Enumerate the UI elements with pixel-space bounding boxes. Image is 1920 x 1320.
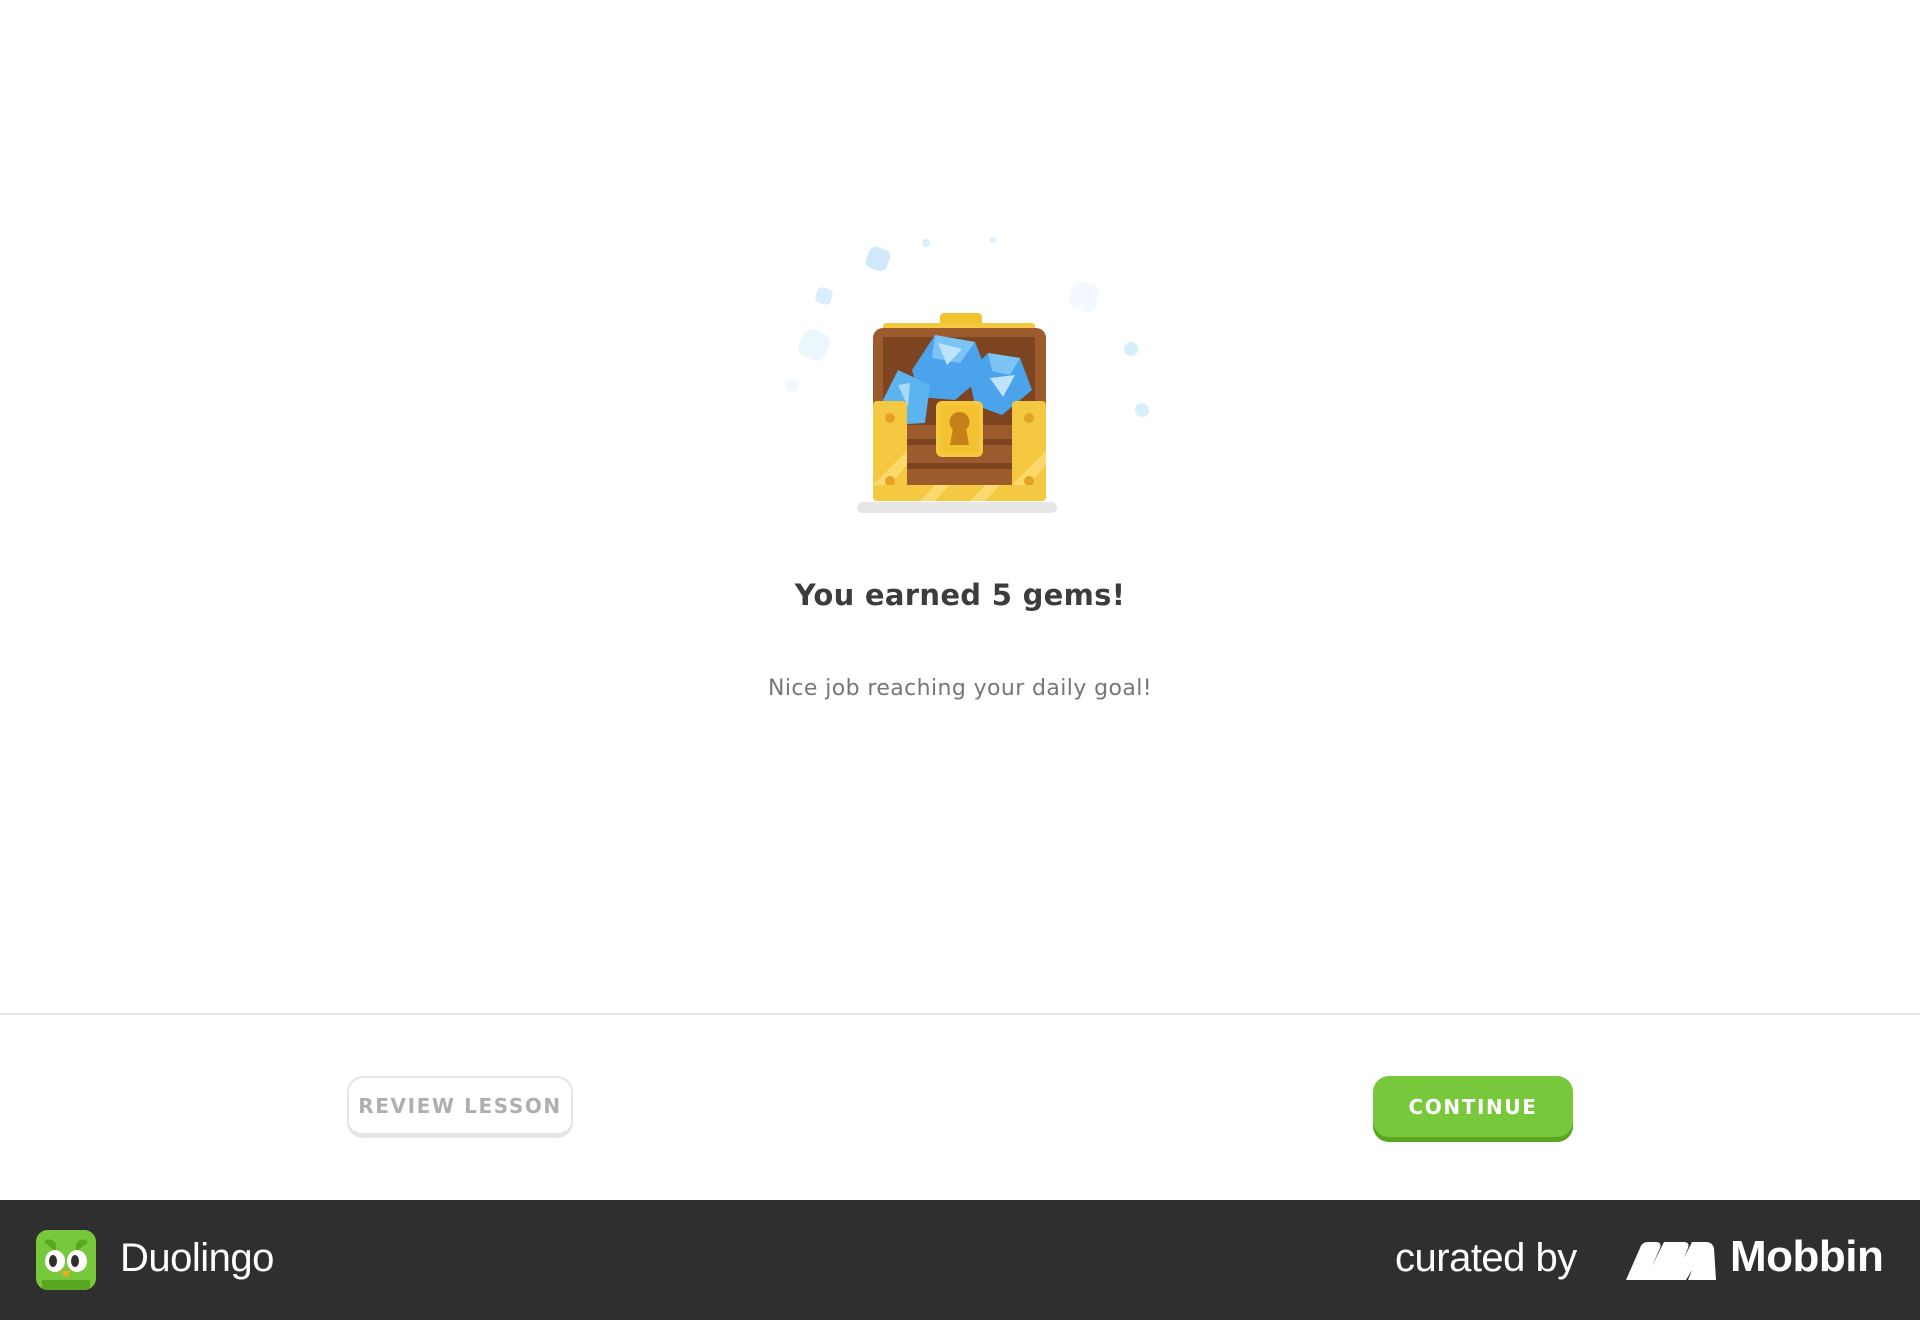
brand-bar: Duolingo curated by Mobbin	[0, 1200, 1920, 1320]
continue-button[interactable]: CONTINUE	[1373, 1076, 1573, 1142]
mobbin-logo-icon	[1626, 1240, 1716, 1280]
duolingo-owl-icon	[36, 1230, 96, 1290]
curated-by-label: curated by	[1395, 1236, 1577, 1280]
app-name: Duolingo	[120, 1236, 274, 1280]
treasure-chest-icon	[770, 225, 1150, 525]
curator-name: Mobbin	[1730, 1232, 1884, 1281]
reward-subtitle: Nice job reaching your daily goal!	[768, 676, 1152, 701]
lesson-complete-screen: You earned 5 gems! Nice job reaching you…	[0, 0, 1920, 1320]
reward-title: You earned 5 gems!	[794, 578, 1126, 612]
review-lesson-button[interactable]: REVIEW LESSON	[347, 1076, 573, 1138]
reward-panel: You earned 5 gems! Nice job reaching you…	[0, 0, 1920, 1014]
action-footer	[0, 1015, 1920, 1200]
